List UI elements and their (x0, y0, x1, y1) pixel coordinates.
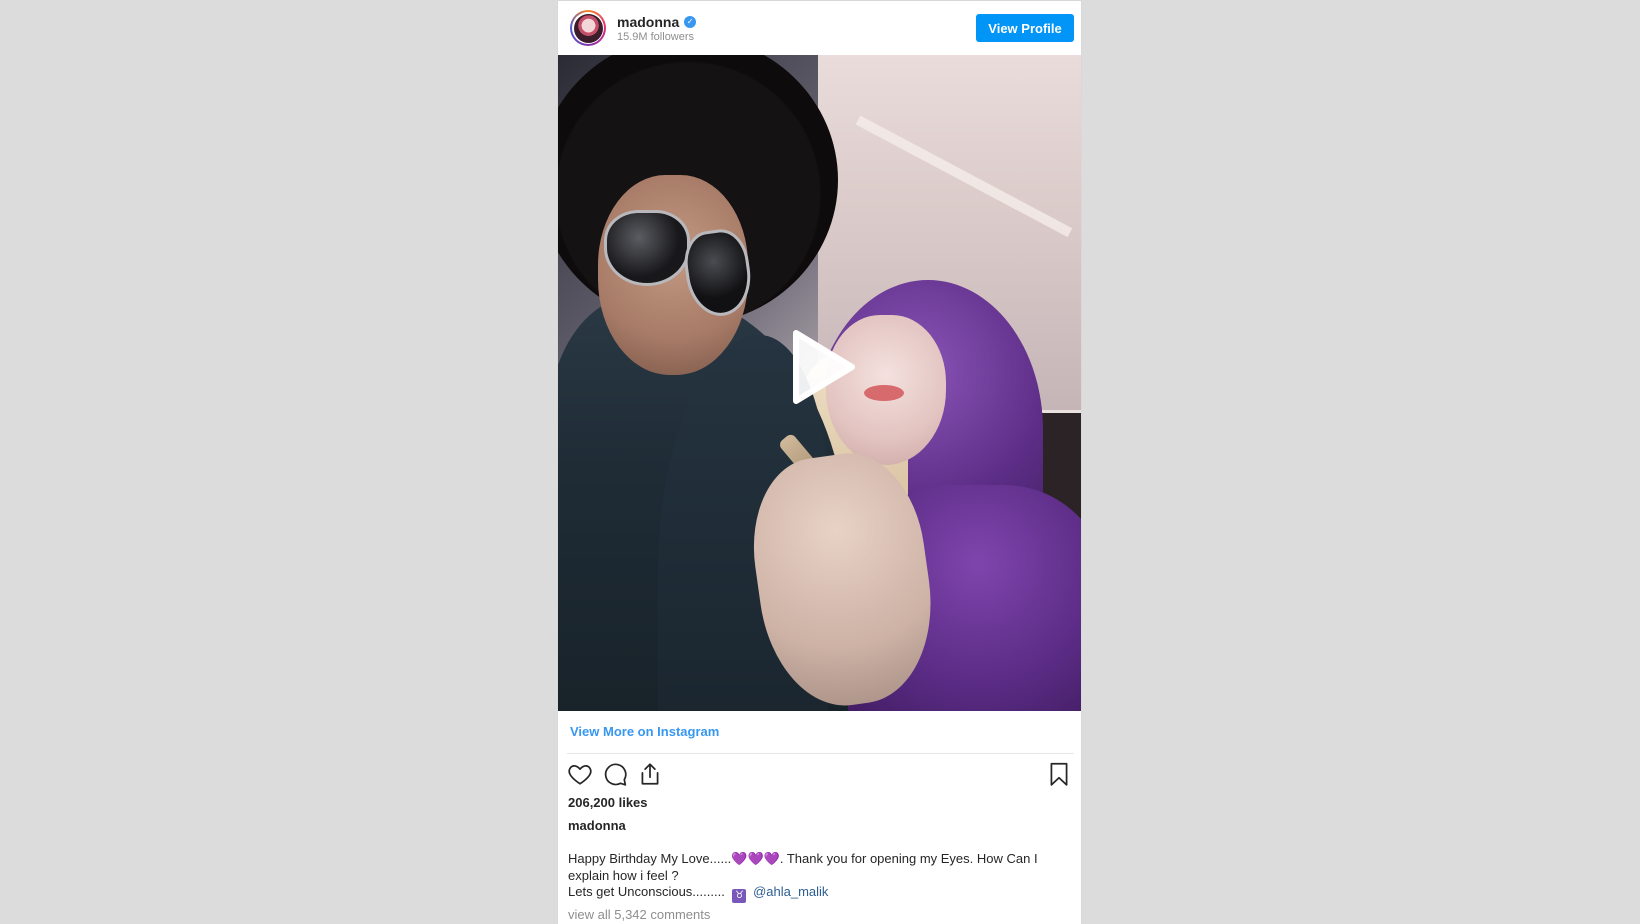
share-icon[interactable] (637, 761, 665, 789)
post-video[interactable] (558, 55, 1081, 711)
post-header: madonna ✓ 15.9M followers View Profile (558, 1, 1081, 55)
avatar[interactable] (570, 10, 606, 46)
caption-line2-start: Lets get Unconscious......... (568, 884, 725, 899)
woman-lips (864, 385, 904, 401)
verified-badge-icon: ✓ (684, 16, 697, 28)
instagram-embed-card: madonna ✓ 15.9M followers View Profile V… (557, 0, 1082, 924)
caption-line1-start: Happy Birthday My Love...... (568, 851, 732, 866)
action-bar (567, 761, 1074, 789)
bookmark-icon[interactable] (1046, 761, 1074, 789)
taurus-emoji-icon: ♉ (732, 889, 747, 903)
play-icon[interactable] (790, 327, 858, 407)
view-all-comments-link[interactable]: view all 5,342 comments (568, 907, 710, 922)
comment-icon[interactable] (602, 761, 630, 789)
like-count: 206,200 likes (568, 795, 648, 810)
mention-link[interactable]: @ahla_malik (753, 884, 828, 899)
sunglasses-left-lens (604, 210, 690, 286)
heart-icon[interactable] (567, 761, 595, 789)
username-row[interactable]: madonna ✓ (617, 14, 697, 30)
follower-count: 15.9M followers (617, 31, 695, 43)
caption-text: Happy Birthday My Love......💜💜💜. Thank y… (568, 851, 1063, 903)
page-background: madonna ✓ 15.9M followers View Profile V… (0, 0, 1640, 924)
caption-username[interactable]: madonna (568, 818, 626, 833)
purple-heart-emojis: 💜💜💜 (731, 851, 780, 866)
avatar-image (573, 13, 603, 43)
view-more-on-instagram-link[interactable]: View More on Instagram (570, 724, 719, 739)
view-profile-button[interactable]: View Profile (976, 14, 1074, 42)
divider (567, 753, 1074, 754)
username[interactable]: madonna (617, 14, 679, 30)
avatar-ring (572, 12, 604, 44)
